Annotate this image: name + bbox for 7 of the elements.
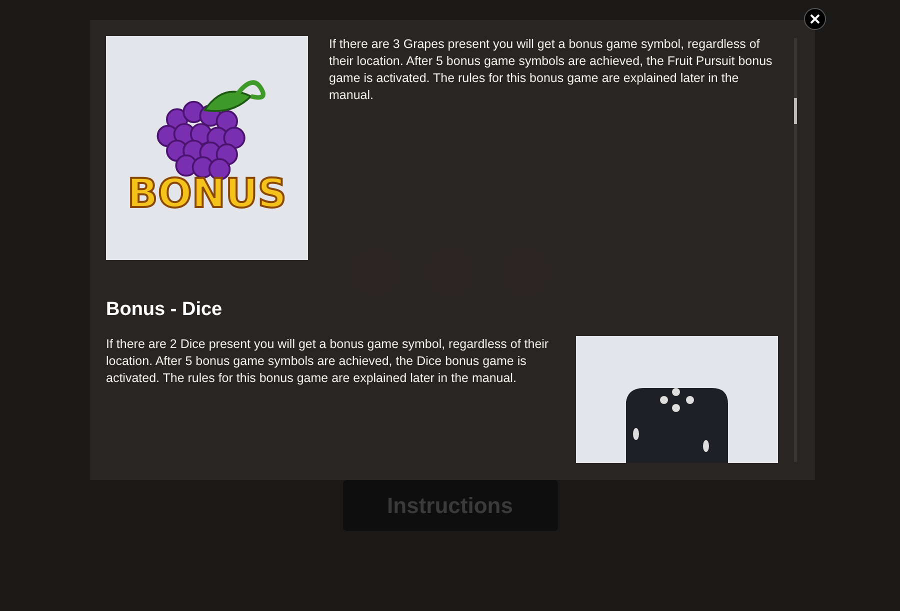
scrollbar-thumb[interactable] <box>794 98 797 124</box>
section-text: If there are 2 Dice present you will get a bonus game symbol, regardless of their location. After 5 bonus game symbols are achieved, the Dice bonus game is activated. The rules for this bonus game are explained later in the manual. <box>106 336 550 387</box>
symbol-label: BONUS <box>126 170 288 219</box>
section-heading: Bonus - Dice <box>106 298 224 322</box>
close-button[interactable] <box>804 8 826 30</box>
section-text: If there are 3 Grapes present you will get a bonus game symbol, regardless of their location. After 5 bonus game symbols are achieved, the Fruit Pursuit bonus game is activated. The rules for this bonus game are explained later in the manual. <box>329 36 774 104</box>
close-icon <box>810 14 820 24</box>
